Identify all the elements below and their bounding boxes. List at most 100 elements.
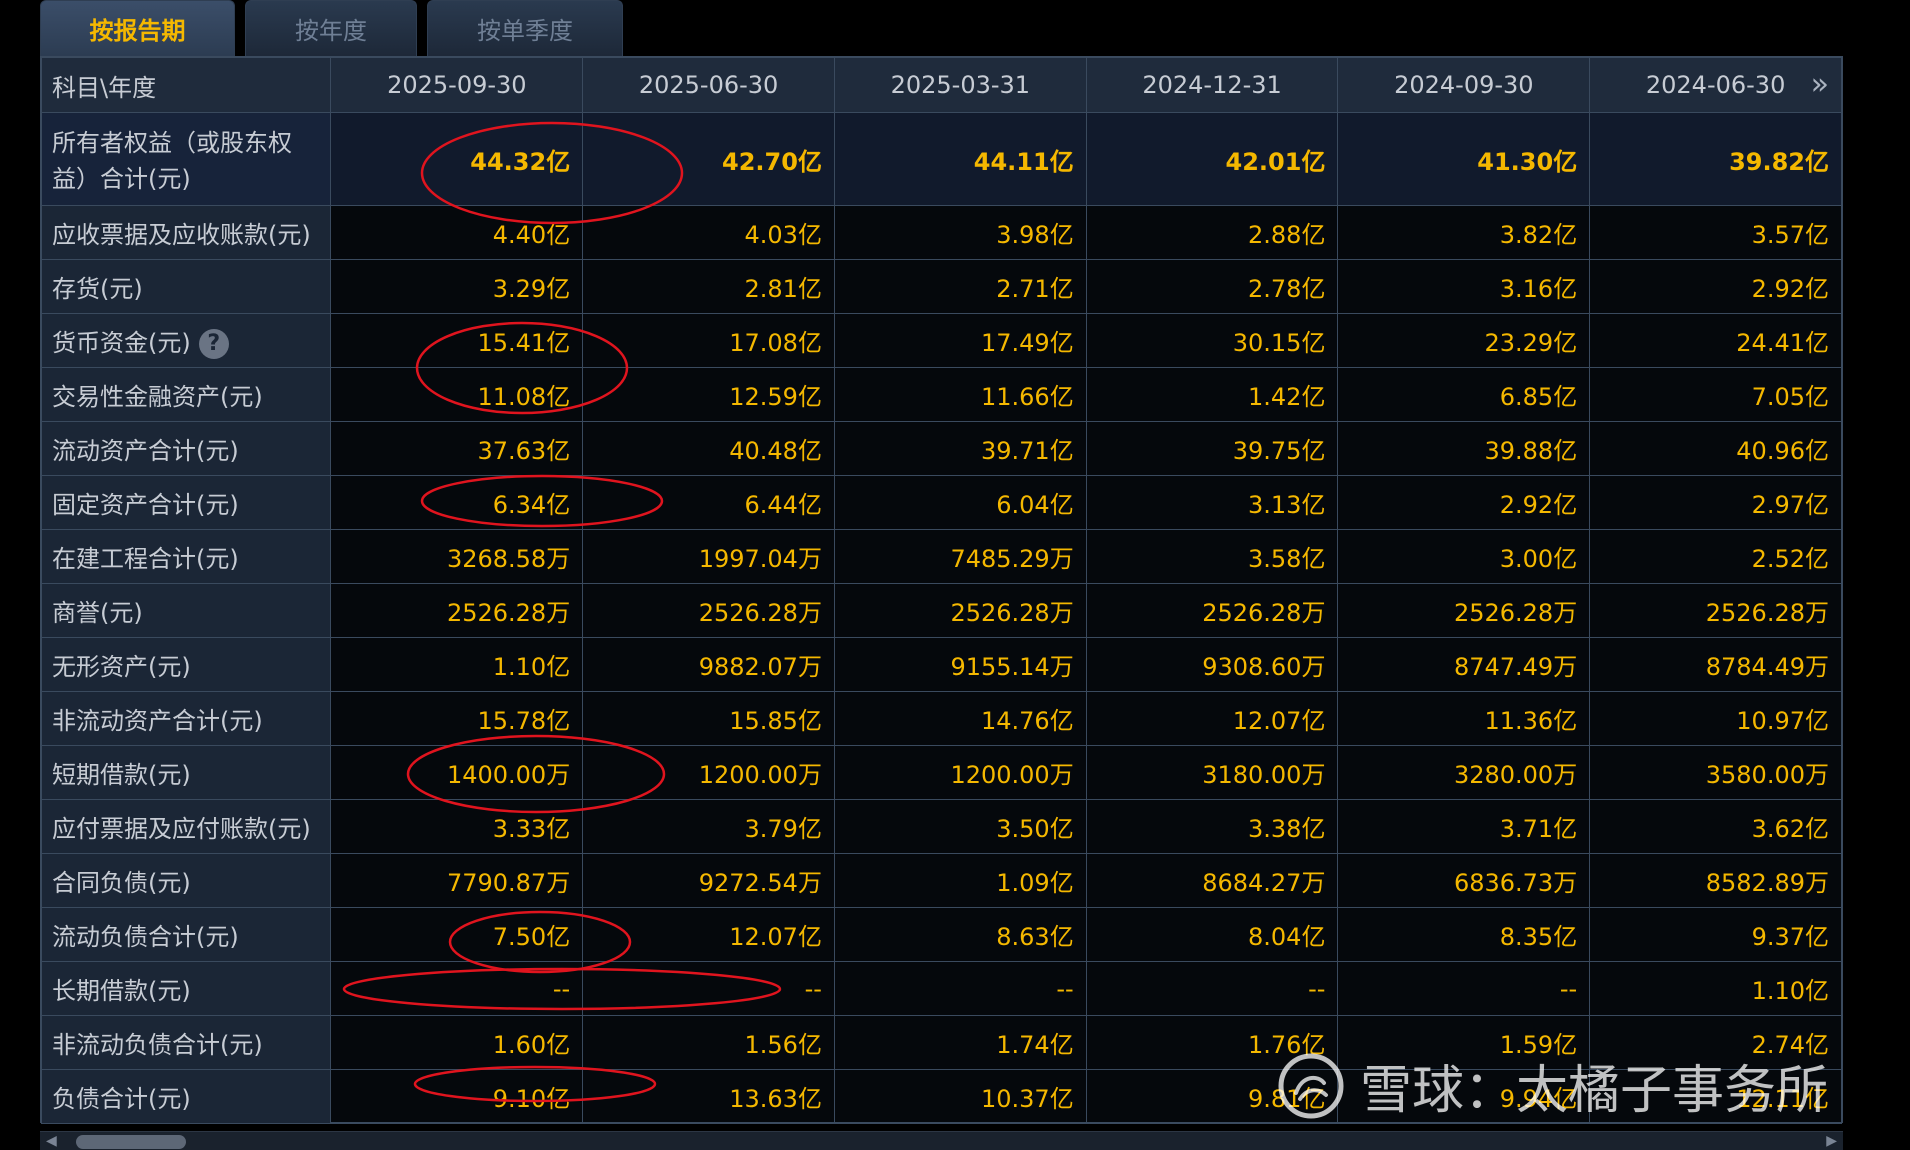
table-row: 存货(元) 3.29亿 2.81亿 2.71亿 2.78亿 3.16亿 2.92亿 xyxy=(40,259,1842,314)
value-cell: 2.92亿 xyxy=(1589,259,1842,314)
balance-sheet-view: 按报告期 按年度 按单季度 科目\年度 2025-09-30 2025-06-3… xyxy=(0,0,1910,1150)
table-row: 非流动负债合计(元) 1.60亿 1.56亿 1.74亿 1.76亿 1.59亿 2.74亿 xyxy=(40,1015,1842,1070)
value-cell: 9272.54万 xyxy=(582,853,835,908)
row-label-text: 交易性金融资产(元) xyxy=(52,383,263,411)
row-label: 应收票据及应收账款(元) xyxy=(40,205,332,260)
financial-table-container: 科目\年度 2025-09-30 2025-06-30 2025-03-31 2… xyxy=(40,56,1843,1124)
value-cell: 2.52亿 xyxy=(1589,529,1842,584)
row-label-text: 应付票据及应付账款(元) xyxy=(52,815,311,843)
value-cell: 42.01亿 xyxy=(1085,112,1339,206)
double-chevron-right-icon[interactable]: » xyxy=(1811,70,1829,100)
value-cell: 2526.28万 xyxy=(1589,583,1842,638)
value-cell: 15.85亿 xyxy=(582,691,835,746)
tab-by-quarter[interactable]: 按单季度 xyxy=(427,0,623,56)
value-cell: 2.88亿 xyxy=(1085,205,1339,260)
table-row: 固定资产合计(元) 6.34亿 6.44亿 6.04亿 3.13亿 2.92亿 2.97亿 xyxy=(40,475,1842,530)
value-cell: 7.05亿 xyxy=(1589,367,1842,422)
value-cell: 6.04亿 xyxy=(833,475,1087,530)
value-cell: 37.63亿 xyxy=(330,421,584,476)
value-cell: 8747.49万 xyxy=(1337,637,1591,692)
row-label: 货币资金(元)? xyxy=(40,313,332,368)
scroll-left-arrow-icon[interactable]: ◀ xyxy=(46,1133,57,1149)
value-cell: 3280.00万 xyxy=(1337,745,1591,800)
value-cell: 1997.04万 xyxy=(582,529,835,584)
value-cell: 3.82亿 xyxy=(1337,205,1591,260)
value-cell: 15.78亿 xyxy=(330,691,584,746)
row-label-text: 货币资金(元) xyxy=(52,328,191,357)
value-cell: 6.85亿 xyxy=(1337,367,1591,422)
row-label: 短期借款(元) xyxy=(40,745,332,800)
value-cell: 1.10亿 xyxy=(330,637,584,692)
value-cell: 8.35亿 xyxy=(1337,907,1591,962)
value-cell: 3.71亿 xyxy=(1337,799,1591,854)
value-cell: 1.74亿 xyxy=(833,1015,1087,1070)
value-cell: 8784.49万 xyxy=(1589,637,1842,692)
row-label: 商誉(元) xyxy=(40,583,332,638)
value-cell: 2526.28万 xyxy=(833,583,1087,638)
period-header[interactable]: 2024-06-30 » xyxy=(1589,57,1842,113)
row-label: 流动资产合计(元) xyxy=(40,421,332,476)
value-cell: 3.98亿 xyxy=(833,205,1087,260)
header-row: 科目\年度 2025-09-30 2025-06-30 2025-03-31 2… xyxy=(40,57,1842,113)
table-row: 应收票据及应收账款(元) 4.40亿 4.03亿 3.98亿 2.88亿 3.82亿 3.5… xyxy=(40,205,1842,260)
value-cell: 2526.28万 xyxy=(1085,583,1339,638)
value-cell: 7790.87万 xyxy=(330,853,584,908)
value-cell: 2526.28万 xyxy=(582,583,835,638)
table-row: 短期借款(元) 1400.00万 1200.00万 1200.00万 3180.00万 3… xyxy=(40,745,1842,800)
tab-by-report-period[interactable]: 按报告期 xyxy=(40,0,235,56)
value-cell: 2526.28万 xyxy=(1337,583,1591,638)
row-label-text: 短期借款(元) xyxy=(52,761,191,789)
value-cell: 3.38亿 xyxy=(1085,799,1339,854)
tab-by-year[interactable]: 按年度 xyxy=(245,0,417,56)
table-row: 所有者权益（或股东权益）合计(元) 44.32亿 42.70亿 44.11亿 42.01… xyxy=(40,112,1842,206)
value-cell: 1.76亿 xyxy=(1085,1015,1339,1070)
value-cell: 40.96亿 xyxy=(1589,421,1842,476)
value-cell: 3.00亿 xyxy=(1337,529,1591,584)
row-label: 流动负债合计(元) xyxy=(40,907,332,962)
period-header[interactable]: 2025-03-31 xyxy=(833,57,1087,113)
row-label: 无形资产(元) xyxy=(40,637,332,692)
value-cell: 9.10亿 xyxy=(330,1069,584,1124)
value-cell: 6.34亿 xyxy=(330,475,584,530)
value-cell: 2.97亿 xyxy=(1589,475,1842,530)
row-label-text: 流动负债合计(元) xyxy=(52,923,239,951)
value-cell: 3180.00万 xyxy=(1085,745,1339,800)
value-cell: 12.07亿 xyxy=(1085,691,1339,746)
table-row: 货币资金(元)? 15.41亿 17.08亿 17.49亿 30.15亿 23.29亿 24… xyxy=(40,313,1842,368)
value-cell: 2.92亿 xyxy=(1337,475,1591,530)
value-cell: 15.41亿 xyxy=(330,313,584,368)
horizontal-scrollbar[interactable]: ◀ ▶ xyxy=(40,1131,1843,1150)
row-label-text: 流动资产合计(元) xyxy=(52,437,239,465)
value-cell: 3.50亿 xyxy=(833,799,1087,854)
value-cell: 3.62亿 xyxy=(1589,799,1842,854)
row-label-text: 非流动资产合计(元) xyxy=(52,707,263,735)
value-cell: 3.16亿 xyxy=(1337,259,1591,314)
value-cell: -- xyxy=(1085,961,1339,1016)
value-cell: 12.59亿 xyxy=(582,367,835,422)
scroll-right-arrow-icon[interactable]: ▶ xyxy=(1826,1133,1837,1149)
value-cell: -- xyxy=(582,961,835,1016)
row-label-text: 固定资产合计(元) xyxy=(52,491,239,519)
scrollbar-thumb[interactable] xyxy=(76,1135,186,1149)
period-header[interactable]: 2025-09-30 xyxy=(330,57,584,113)
value-cell: 1.59亿 xyxy=(1337,1015,1591,1070)
help-icon[interactable]: ? xyxy=(198,328,229,359)
period-header[interactable]: 2024-12-31 xyxy=(1085,57,1339,113)
value-cell: 2.74亿 xyxy=(1589,1015,1842,1070)
row-label: 非流动负债合计(元) xyxy=(40,1015,332,1070)
value-cell: 9155.14万 xyxy=(833,637,1087,692)
value-cell: 30.15亿 xyxy=(1085,313,1339,368)
row-label: 所有者权益（或股东权益）合计(元) xyxy=(40,112,332,206)
row-label-text: 合同负债(元) xyxy=(52,869,191,897)
value-cell: 39.82亿 xyxy=(1589,112,1842,206)
table-row: 负债合计(元) 9.10亿 13.63亿 10.37亿 9.81亿 9.94亿 12.11亿 xyxy=(40,1069,1842,1124)
value-cell: 40.48亿 xyxy=(582,421,835,476)
value-cell: 1.42亿 xyxy=(1085,367,1339,422)
row-label-text: 在建工程合计(元) xyxy=(52,545,239,573)
period-header[interactable]: 2024-09-30 xyxy=(1337,57,1591,113)
value-cell: 11.66亿 xyxy=(833,367,1087,422)
value-cell: 17.49亿 xyxy=(833,313,1087,368)
period-header[interactable]: 2025-06-30 xyxy=(582,57,835,113)
value-cell: 1.56亿 xyxy=(582,1015,835,1070)
table-row: 合同负债(元) 7790.87万 9272.54万 1.09亿 8684.27万 6836… xyxy=(40,853,1842,908)
